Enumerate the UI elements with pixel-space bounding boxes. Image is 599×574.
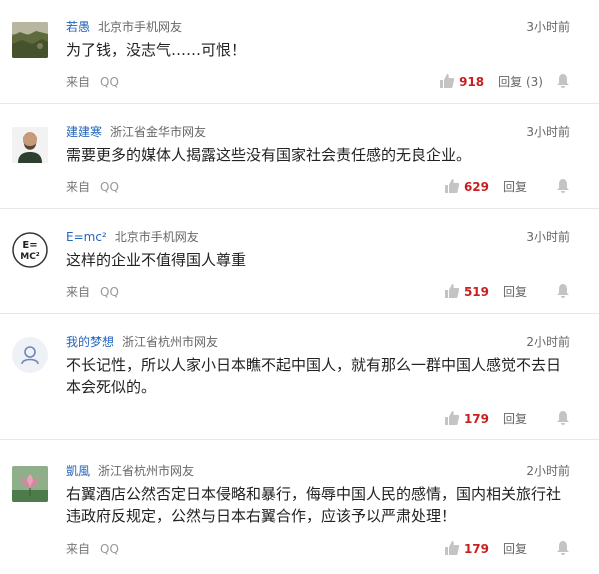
user-location: 北京市手机网友 xyxy=(114,230,199,244)
comment-footer: 来自 QQ 629 回复 xyxy=(66,178,574,196)
avatar[interactable] xyxy=(12,22,48,58)
comment-footer: 来自 QQ 179 回复 xyxy=(66,540,574,558)
comment-meta: 凱風 浙江省杭州市网友 xyxy=(66,462,194,480)
report-button[interactable] xyxy=(555,283,571,301)
landscape-photo-avatar xyxy=(12,22,48,58)
user-location: 浙江省杭州市网友 xyxy=(122,335,219,349)
bearded-man-photo-avatar xyxy=(12,127,48,163)
source-label: 来自 xyxy=(66,542,91,556)
user-location: 北京市手机网友 xyxy=(98,20,183,34)
thumbs-up-icon[interactable] xyxy=(444,283,460,299)
comment-item: 我的梦想 浙江省杭州市网友 2小时前 不长记性，所以人家小日本瞧不起中国人，就有那… xyxy=(0,333,599,440)
report-button[interactable] xyxy=(555,410,571,428)
source-label: 来自 xyxy=(66,180,91,194)
like-count: 629 xyxy=(463,180,489,194)
reply-button[interactable]: 回复 (3) xyxy=(498,73,543,91)
comment-text: 需要更多的媒体人揭露这些没有国家社会责任感的无良企业。 xyxy=(66,146,472,164)
source-app: QQ xyxy=(100,75,119,89)
comment-source: 来自 QQ xyxy=(66,283,119,301)
report-button[interactable] xyxy=(555,73,571,91)
source-app: QQ xyxy=(100,285,119,299)
bell-icon xyxy=(555,73,571,89)
comment-text: 这样的企业不值得国人尊重 xyxy=(66,251,247,269)
comment-text: 为了钱，没志气……可恨！ xyxy=(66,41,247,59)
username[interactable]: 建建寒 xyxy=(66,125,102,139)
thumbs-up-icon[interactable] xyxy=(439,73,455,89)
lotus-photo-avatar xyxy=(12,466,48,502)
comment-text: 不长记性，所以人家小日本瞧不起中国人，就有那么一群中国人感觉不去日本会死似的。 xyxy=(66,356,562,396)
comment-actions: 629 回复 xyxy=(444,178,571,196)
reply-button[interactable]: 回复 xyxy=(503,410,543,428)
comment-meta: 若愚 北京市手机网友 xyxy=(66,18,182,36)
bell-icon xyxy=(555,540,571,556)
reply-button[interactable]: 回复 xyxy=(503,178,543,196)
comment-source: 来自 QQ xyxy=(66,178,119,196)
source-app: QQ xyxy=(100,542,119,556)
user-location: 浙江省杭州市网友 xyxy=(98,464,195,478)
comment-text: 右翼酒店公然否定日本侵略和暴行，侮辱中国人民的感情，国内相关旅行社违政府反规定，… xyxy=(66,485,562,525)
reply-button[interactable]: 回复 xyxy=(503,283,543,301)
default-user-icon xyxy=(12,337,48,373)
emc2-logo-avatar: E= MC² xyxy=(12,232,48,268)
comment-meta: 建建寒 浙江省金华市网友 xyxy=(66,123,206,141)
user-location: 浙江省金华市网友 xyxy=(110,125,207,139)
comment-item: 若愚 北京市手机网友 3小时前 为了钱，没志气……可恨！ 来自 QQ 918 回复 (… xyxy=(0,18,599,104)
comment-meta: 我的梦想 浙江省杭州市网友 xyxy=(66,333,218,351)
timestamp: 3小时前 xyxy=(526,125,570,139)
avatar-text-top: E= xyxy=(22,240,37,251)
thumbs-up-icon[interactable] xyxy=(444,178,460,194)
username[interactable]: E=mc² xyxy=(66,230,107,244)
comment-list: 若愚 北京市手机网友 3小时前 为了钱，没志气……可恨！ 来自 QQ 918 回复 (… xyxy=(0,0,599,574)
comment-footer: 来自 QQ 519 回复 xyxy=(66,283,574,301)
timestamp: 2小时前 xyxy=(526,335,570,349)
avatar[interactable] xyxy=(12,127,48,163)
thumbs-up-icon[interactable] xyxy=(444,540,460,556)
comment-item: 凱風 浙江省杭州市网友 2小时前 右翼酒店公然否定日本侵略和暴行，侮辱中国人民的感… xyxy=(0,462,599,562)
comment-actions: 179 回复 xyxy=(444,410,571,428)
report-button[interactable] xyxy=(555,178,571,196)
timestamp: 2小时前 xyxy=(526,464,570,478)
comment-footer: 179 回复 xyxy=(66,410,574,428)
comment-source: 来自 QQ xyxy=(66,540,119,558)
comment-item: E= MC² E=mc² 北京市手机网友 3小时前 这样的企业不值得国人尊重 来自… xyxy=(0,228,599,314)
avatar[interactable] xyxy=(12,466,48,502)
like-count: 179 xyxy=(463,412,489,426)
thumbs-up-icon[interactable] xyxy=(444,410,460,426)
source-label: 来自 xyxy=(66,75,91,89)
like-count: 179 xyxy=(463,542,489,556)
avatar-text-bottom: MC² xyxy=(20,252,40,262)
comment-item: 建建寒 浙江省金华市网友 3小时前 需要更多的媒体人揭露这些没有国家社会责任感的无… xyxy=(0,123,599,209)
username[interactable]: 我的梦想 xyxy=(66,335,114,349)
avatar[interactable] xyxy=(12,337,48,373)
like-count: 918 xyxy=(459,75,485,89)
bell-icon xyxy=(555,283,571,299)
reply-button[interactable]: 回复 xyxy=(503,540,543,558)
comment-footer: 来自 QQ 918 回复 (3) xyxy=(66,73,574,91)
comment-actions: 519 回复 xyxy=(444,283,571,301)
comment-actions: 179 回复 xyxy=(444,540,571,558)
source-label: 来自 xyxy=(66,285,91,299)
timestamp: 3小时前 xyxy=(526,230,570,244)
username[interactable]: 凱風 xyxy=(66,464,90,478)
avatar[interactable]: E= MC² xyxy=(12,232,48,268)
comment-meta: E=mc² 北京市手机网友 xyxy=(66,228,199,246)
bell-icon xyxy=(555,410,571,426)
comment-actions: 918 回复 (3) xyxy=(439,73,571,91)
report-button[interactable] xyxy=(555,540,571,558)
timestamp: 3小时前 xyxy=(526,20,570,34)
username[interactable]: 若愚 xyxy=(66,20,90,34)
bell-icon xyxy=(555,178,571,194)
source-app: QQ xyxy=(100,180,119,194)
comment-source: 来自 QQ xyxy=(66,73,119,91)
like-count: 519 xyxy=(463,285,489,299)
